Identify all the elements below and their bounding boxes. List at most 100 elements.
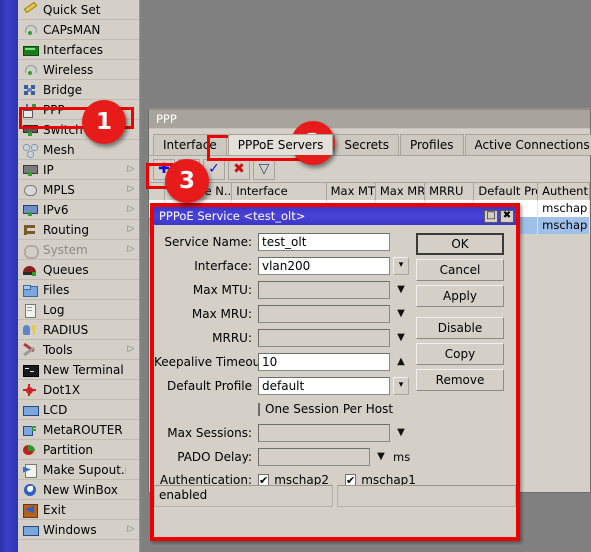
sidebar-item-label: System	[43, 242, 88, 257]
chevron-down-icon[interactable]: ▼	[393, 329, 409, 347]
sidebar-item-mpls[interactable]: MPLS ▷	[18, 180, 139, 200]
table-header-default-pro[interactable]: Default Pro...	[474, 183, 539, 200]
sidebar-item-label: Files	[43, 282, 70, 297]
tab-interface[interactable]: Interface	[153, 134, 227, 155]
folder-icon	[22, 283, 38, 297]
default-profile-dropdown-button[interactable]: ▾	[393, 376, 409, 395]
sidebar-item-label: Tools	[43, 342, 73, 357]
wand-icon	[22, 1, 38, 17]
table-header-max-mtu[interactable]: Max MTU	[326, 183, 376, 200]
interface-dropdown-button[interactable]: ▾	[393, 256, 409, 275]
maximize-button[interactable]: □	[484, 209, 498, 223]
table-header-mrru[interactable]: MRRU	[425, 183, 475, 200]
close-icon[interactable]: ✖	[500, 209, 514, 223]
sidebar-item-dot1x[interactable]: Dot1X	[18, 380, 139, 400]
chevron-right-icon: ▷	[127, 244, 135, 254]
cancel-button[interactable]: Cancel	[416, 259, 504, 281]
tab-secrets[interactable]: Secrets	[334, 134, 399, 155]
tab-profiles[interactable]: Profiles	[399, 134, 464, 155]
sidebar-item-wireless[interactable]: Wireless	[18, 60, 139, 80]
one-session-per-host-checkbox[interactable]	[258, 402, 260, 416]
sidebar-item-new-terminal[interactable]: New Terminal	[18, 360, 139, 380]
chevron-down-icon[interactable]: ▼	[393, 281, 409, 299]
disable-button[interactable]: Disable	[416, 317, 504, 339]
interface-input[interactable]: vlan200	[258, 256, 390, 275]
brand-strip: RouterOS WinBox	[0, 0, 18, 552]
default-profile-input[interactable]: default	[258, 376, 390, 395]
sidebar-item-label: Bridge	[43, 82, 83, 97]
lcd-icon	[22, 403, 39, 417]
dialog-form: Service Name: test_olt Interface: vlan200 ▾ M…	[154, 231, 416, 510]
sidebar-item-capsman[interactable]: CAPsMAN	[18, 20, 139, 40]
log-icon	[22, 303, 38, 318]
sidebar-item-label: Interfaces	[43, 42, 103, 57]
disable-icon: ✖	[233, 161, 245, 177]
winbox-screenshot: RouterOS WinBox Quick Set CAPsMAN Interfac…	[0, 0, 591, 552]
sidebar-item-metarouter[interactable]: MetaROUTER	[18, 420, 139, 440]
sidebar-item-label: IP	[43, 162, 54, 177]
field-label-service-name: Service Name:	[164, 234, 252, 249]
tab-active-connections[interactable]: Active Connections	[464, 134, 591, 155]
ppp-toolbar: ✚−✓✖▽	[149, 156, 590, 182]
keepalive-timeout-input[interactable]: 10	[258, 352, 390, 371]
sidebar-item-make-supout-rif[interactable]: Make Supout.rif	[18, 460, 139, 480]
sidebar-item-radius[interactable]: RADIUS	[18, 320, 139, 340]
max-mtu-input[interactable]	[258, 280, 390, 299]
table-cell: mschap	[538, 217, 590, 234]
dialog-button-column: OK Cancel Apply Disable Copy Remove	[416, 233, 504, 395]
ok-button[interactable]: OK	[416, 233, 504, 255]
tab-pppoe-servers[interactable]: PPPoE Servers	[227, 134, 334, 155]
field-label-keepalive-timeout: Keepalive Timeout:	[154, 354, 270, 369]
max-sessions-input[interactable]	[258, 423, 390, 442]
sidebar-item-bridge[interactable]: Bridge	[18, 80, 139, 100]
sidebar-item-interfaces[interactable]: Interfaces	[18, 40, 139, 60]
chevron-right-icon: ▷	[127, 524, 135, 534]
chevron-down-icon[interactable]: ▼	[393, 305, 409, 323]
ppp-window-title: PPP	[156, 112, 177, 126]
chevron-down-icon[interactable]: ▼	[393, 424, 409, 442]
mpls-icon	[22, 183, 38, 197]
sidebar-item-routing[interactable]: Routing ▷	[18, 220, 139, 240]
chevron-down-icon[interactable]: ▼	[373, 448, 389, 466]
remove-button[interactable]: Remove	[416, 369, 504, 391]
queues-icon	[22, 263, 38, 277]
sidebar-item-ip[interactable]: IP ▷	[18, 160, 139, 180]
disable-button[interactable]: ✖	[228, 158, 250, 180]
table-header-max-mru[interactable]: Max MRU	[375, 183, 426, 200]
field-row-keepalive-timeout: Keepalive Timeout: 10 ▲	[154, 351, 409, 372]
ppp-icon	[22, 103, 38, 118]
table-header-label: MRRU	[429, 184, 464, 198]
tools-icon	[22, 342, 38, 357]
chevron-up-icon[interactable]: ▲	[393, 353, 409, 371]
table-header-authent[interactable]: Authent	[538, 183, 590, 200]
field-row-max-mru: Max MRU: ▼	[154, 303, 409, 324]
sidebar-item-mesh[interactable]: Mesh	[18, 140, 139, 160]
sidebar-item-system[interactable]: System ▷	[18, 240, 139, 260]
sidebar-item-files[interactable]: Files	[18, 280, 139, 300]
sidebar-item-new-winbox[interactable]: New WinBox	[18, 480, 139, 500]
apply-button[interactable]: Apply	[416, 285, 504, 307]
chevron-down-icon: ▾	[398, 260, 404, 270]
field-row-interface: Interface: vlan200 ▾	[154, 255, 409, 276]
dot1x-icon	[22, 383, 38, 397]
dialog-titlebar[interactable]: PPPoE Service <test_olt> □ ✖	[154, 207, 516, 225]
sidebar-item-label: Windows	[43, 522, 97, 537]
service-name-input[interactable]: test_olt	[258, 232, 390, 251]
copy-button[interactable]: Copy	[416, 343, 504, 365]
table-header-interface[interactable]: Interface	[232, 183, 327, 200]
sidebar-item-windows[interactable]: Windows ▷	[18, 520, 139, 540]
sidebar-item-exit[interactable]: Exit	[18, 500, 139, 520]
sidebar-item-log[interactable]: Log	[18, 300, 139, 320]
sidebar-item-lcd[interactable]: LCD	[18, 400, 139, 420]
max-mru-input[interactable]	[258, 304, 390, 323]
pado-delay-input[interactable]	[258, 447, 370, 466]
mrru-input[interactable]	[258, 328, 390, 347]
sidebar-item-label: Quick Set	[43, 2, 101, 17]
sidebar-item-quick-set[interactable]: Quick Set	[18, 0, 139, 20]
sidebar-item-partition[interactable]: Partition	[18, 440, 139, 460]
filter-button[interactable]: ▽	[253, 158, 275, 180]
sidebar-item-tools[interactable]: Tools ▷	[18, 340, 139, 360]
sidebar-item-queues[interactable]: Queues	[18, 260, 139, 280]
sidebar-item-ipv6[interactable]: IPv6 ▷	[18, 200, 139, 220]
one-session-per-host-row: One Session Per Host	[154, 399, 409, 419]
